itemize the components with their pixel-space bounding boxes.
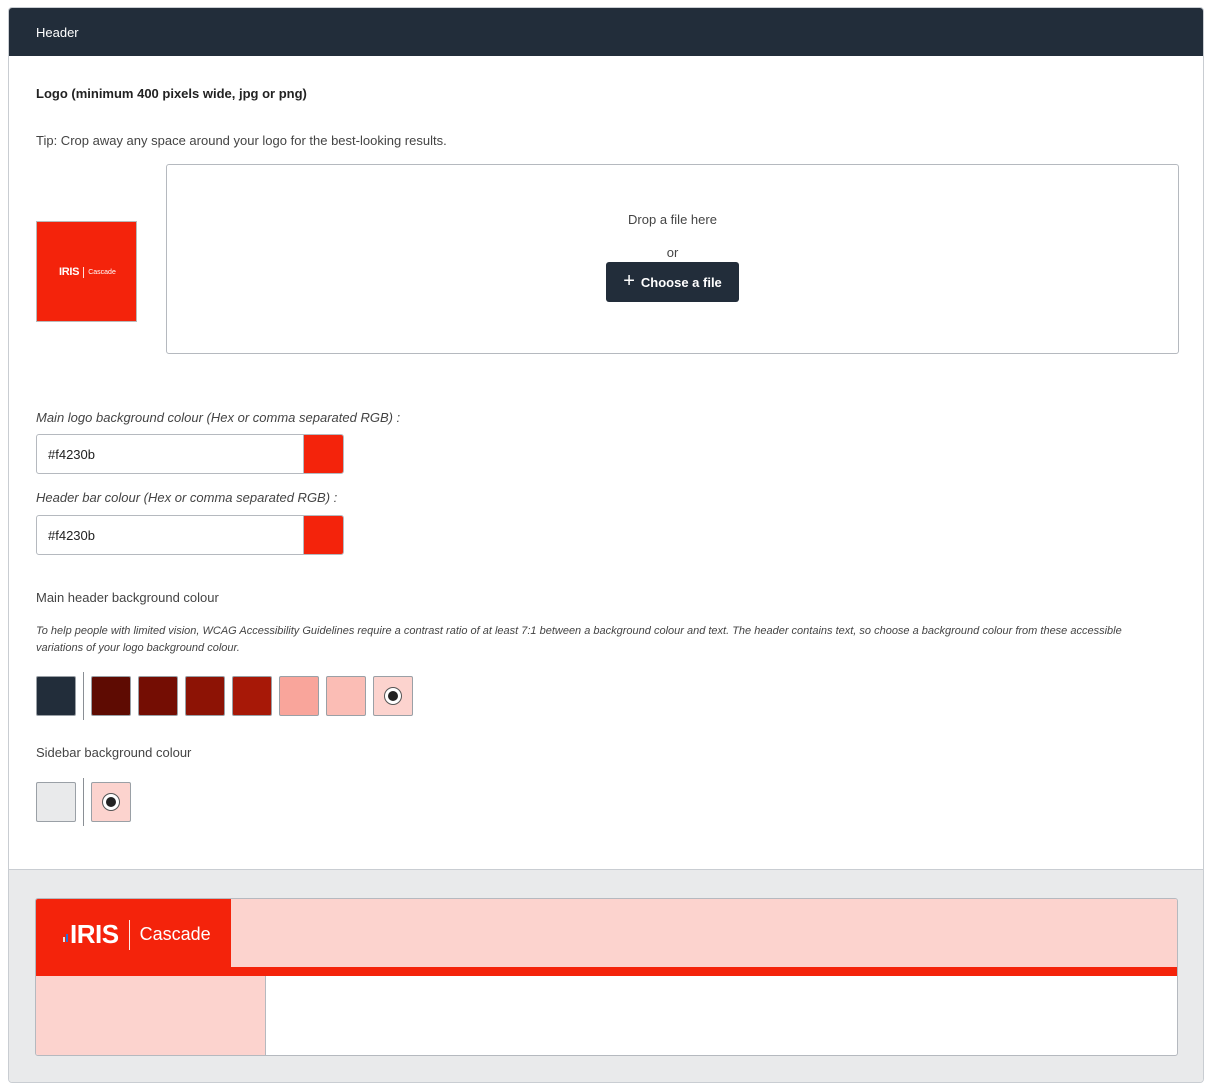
panel-title: Header xyxy=(36,25,79,40)
logo-bg-colour-preview[interactable] xyxy=(303,435,343,473)
preview-header-bar xyxy=(36,967,1177,976)
header-colour-swatch[interactable] xyxy=(279,676,319,716)
preview-product-text: Cascade xyxy=(139,924,211,944)
sidebar-bg-label: Sidebar background colour xyxy=(36,745,192,760)
selected-radio-icon xyxy=(384,687,402,705)
choose-file-label: Choose a file xyxy=(640,274,722,290)
logo-bg-colour-label: Main logo background colour (Hex or comm… xyxy=(36,410,401,425)
preview-logo-separator xyxy=(128,919,130,950)
header-bar-colour-input[interactable] xyxy=(37,516,305,554)
header-colour-swatch[interactable] xyxy=(185,676,225,716)
header-settings-panel: Header Logo (minimum 400 pixels wide, jp… xyxy=(8,7,1204,1083)
logo-product-text: Cascade xyxy=(88,268,116,276)
header-bar-colour-label: Header bar colour (Hex or comma separate… xyxy=(36,490,338,505)
header-colour-swatch-divider xyxy=(83,672,84,720)
preview-header: IRIS Cascade xyxy=(36,899,1177,967)
logo-thumbnail: IRIS Cascade xyxy=(36,221,137,322)
header-preview: IRIS Cascade xyxy=(35,898,1178,1056)
sidebar-colour-swatch-default[interactable] xyxy=(36,782,76,822)
logo-separator xyxy=(83,266,85,278)
header-bar-colour-field xyxy=(36,515,344,555)
main-header-bg-label: Main header background colour xyxy=(36,590,219,605)
wcag-help-text: To help people with limited vision, WCAG… xyxy=(36,625,1122,654)
preview-brand-text: IRIS xyxy=(70,919,119,949)
file-dropzone[interactable]: Drop a file here or + Choose a file xyxy=(166,164,1179,354)
drop-file-text: Drop a file here xyxy=(628,212,717,227)
or-text: or xyxy=(666,245,679,260)
header-colour-swatch[interactable] xyxy=(91,676,131,716)
sidebar-colour-swatch-divider xyxy=(83,778,84,826)
logo-section-title: Logo (minimum 400 pixels wide, jpg or pn… xyxy=(36,86,307,101)
logo-bars-icon xyxy=(63,928,69,942)
logo-bg-colour-input[interactable] xyxy=(37,435,305,473)
logo-image: IRIS Cascade xyxy=(59,266,116,278)
preview-sidebar xyxy=(36,976,266,1055)
header-colour-swatch[interactable] xyxy=(326,676,366,716)
plus-icon: + xyxy=(623,270,635,292)
logo-bg-colour-field xyxy=(36,434,344,474)
preview-logo: IRIS Cascade xyxy=(63,919,211,950)
choose-file-button[interactable]: + Choose a file xyxy=(606,262,739,302)
header-colour-swatch[interactable] xyxy=(138,676,178,716)
header-colour-swatch[interactable] xyxy=(373,676,413,716)
preview-logo-block: IRIS Cascade xyxy=(36,899,231,967)
preview-area: IRIS Cascade xyxy=(9,869,1203,1082)
logo-brand-text: IRIS xyxy=(59,266,80,278)
panel-header: Header xyxy=(9,8,1203,56)
logo-tip: Tip: Crop away any space around your log… xyxy=(36,133,447,148)
selected-radio-icon xyxy=(102,793,120,811)
header-colour-swatch[interactable] xyxy=(232,676,272,716)
header-colour-swatch-default[interactable] xyxy=(36,676,76,716)
header-bar-colour-preview[interactable] xyxy=(303,516,343,554)
sidebar-colour-swatch[interactable] xyxy=(91,782,131,822)
